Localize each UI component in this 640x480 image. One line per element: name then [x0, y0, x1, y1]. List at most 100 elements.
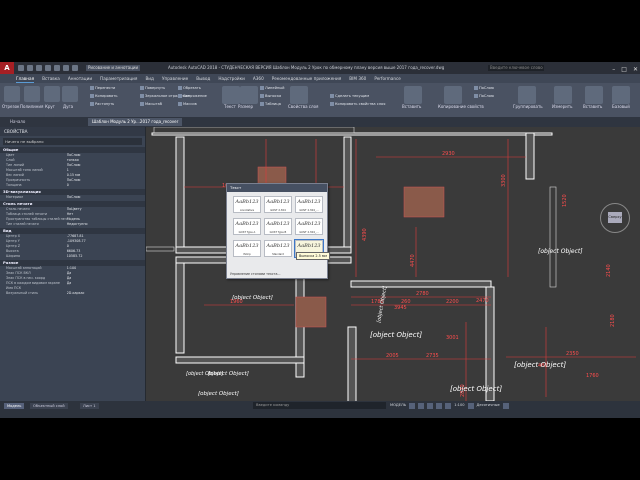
command-line[interactable]: Введите команду — [253, 402, 386, 409]
circle-icon[interactable] — [44, 86, 60, 102]
property-row[interactable]: Ширина 10585.72 — [0, 254, 145, 259]
scale-icon — [140, 102, 144, 106]
color-select[interactable]: ПоСлою — [474, 86, 494, 90]
layer-properties-icon[interactable] — [290, 86, 308, 104]
autocad-logo-button[interactable]: A — [0, 62, 14, 74]
tab-bim360[interactable]: BIM 360 — [349, 74, 366, 83]
drawing-tab[interactable]: Шаблон Модуль 2 Ур...2017 года_recover — [88, 118, 183, 126]
tab-manage[interactable]: Управление — [162, 74, 188, 83]
copy-button[interactable]: Копировать — [90, 94, 117, 98]
match-properties-label: Копирование свойств — [438, 104, 484, 109]
linear-dimension-button[interactable]: Линейный — [260, 86, 284, 90]
selection-dropdown[interactable]: Ничего не выбрано — [3, 138, 142, 145]
viewcube-top-face[interactable]: Сверху — [608, 212, 622, 223]
manage-text-styles-link[interactable]: Управление стилями текста... — [230, 272, 280, 276]
dim-text: 1520 — [562, 194, 568, 207]
new-icon[interactable] — [18, 65, 24, 71]
plot-icon[interactable] — [54, 65, 60, 71]
room-label: [object Object] — [538, 248, 583, 255]
move-button[interactable]: Перенести — [90, 86, 115, 90]
start-tab[interactable]: Начало — [6, 118, 29, 126]
rotate-button[interactable]: Повернуть — [140, 86, 165, 90]
make-current-icon — [330, 94, 334, 98]
workspace-icon[interactable] — [467, 403, 474, 409]
fillet-button[interactable]: Сопряжение — [178, 94, 207, 98]
units-label[interactable]: Десятичные — [477, 403, 500, 409]
dimension-icon[interactable] — [240, 86, 258, 104]
status-tools: МОДЕЛЬ 1:100 Десятичные — [390, 403, 509, 409]
measure-icon[interactable] — [554, 86, 572, 104]
match-layer-button[interactable]: Копировать свойства слоя — [330, 102, 385, 106]
polyline-icon[interactable] — [24, 86, 40, 102]
table-button[interactable]: Таблица — [260, 102, 281, 106]
property-row[interactable]: Визуальный стиль 2D-каркас — [0, 291, 145, 296]
trim-button[interactable]: Обрезать — [178, 86, 201, 90]
property-row[interactable]: Толщина 0 — [0, 183, 145, 188]
leader-button[interactable]: Выноска — [260, 94, 281, 98]
tab-home[interactable]: Главная — [16, 74, 35, 83]
base-view-icon[interactable] — [612, 86, 630, 104]
make-current-button[interactable]: Сделать текущим — [330, 94, 369, 98]
grid-icon[interactable] — [409, 403, 416, 409]
search-input[interactable]: Введите ключевое слово — [488, 65, 544, 71]
open-icon[interactable] — [27, 65, 33, 71]
stretch-button[interactable]: Растянуть — [90, 102, 114, 106]
group-icon[interactable] — [518, 86, 536, 104]
text-style-option[interactable]: АаВb123 GOST 2.304 — [264, 196, 292, 213]
quick-access-toolbar — [18, 65, 78, 71]
undo-icon[interactable] — [63, 65, 69, 71]
line-icon[interactable] — [4, 86, 20, 102]
property-value[interactable]: 2D-каркас — [67, 291, 145, 296]
text-style-option[interactable]: АаВb123 ISOcp — [233, 240, 261, 257]
redo-icon[interactable] — [72, 65, 78, 71]
tab-view[interactable]: Вид — [145, 74, 154, 83]
property-value[interactable]: Недоступно — [67, 222, 145, 227]
tab-featured-apps[interactable]: Рекомендованные приложения — [272, 74, 342, 83]
paste-icon[interactable] — [585, 86, 603, 104]
arc-icon[interactable] — [62, 86, 78, 102]
array-button[interactable]: Массив — [178, 102, 197, 106]
match-properties-icon[interactable] — [444, 86, 462, 104]
scale-button[interactable]: Масштаб — [140, 102, 162, 106]
tab-a360[interactable]: A360 — [253, 74, 264, 83]
lineweight-select[interactable]: ПоСлою — [474, 94, 494, 98]
snap-icon[interactable] — [418, 403, 425, 409]
text-style-option[interactable]: АаВb123 GOST Type A — [233, 218, 261, 235]
insert-block-icon[interactable] — [404, 86, 422, 104]
drawing-canvas[interactable]: 2780 4390 3390 3640 2930 3300 260 1780 2… — [146, 127, 640, 401]
model-tab[interactable]: Модель — [4, 403, 25, 409]
property-value[interactable]: 10585.72 — [67, 254, 145, 259]
text-style-option[interactable]: АаВb123 GOST 2.304_... — [295, 218, 323, 235]
tab-addins[interactable]: Надстройки — [218, 74, 245, 83]
viewcube[interactable]: Сверху — [600, 203, 630, 233]
annotation-scale[interactable]: 1:100 — [454, 403, 464, 409]
text-style-name: Standard — [272, 253, 284, 256]
model-space-label[interactable]: МОДЕЛЬ — [390, 403, 406, 409]
text-icon[interactable] — [222, 86, 240, 104]
property-value[interactable]: ПоСлою — [67, 195, 145, 200]
property-value[interactable]: 0 — [67, 183, 145, 188]
tab-insert[interactable]: Вставка — [42, 74, 60, 83]
tab-performance[interactable]: Performance — [374, 74, 401, 83]
rotate-label: Повернуть — [145, 86, 166, 90]
save-icon[interactable] — [36, 65, 42, 71]
text-style-option[interactable]: АаВb123 GOST 2.304_... — [295, 196, 323, 213]
save-as-icon[interactable] — [45, 65, 51, 71]
property-row[interactable]: Тип стилей печати Недоступно — [0, 222, 145, 227]
ortho-icon[interactable] — [427, 403, 434, 409]
tab-output[interactable]: Вывод — [196, 74, 210, 83]
floor-plan: 2780 4390 3390 3640 2930 3300 260 1780 2… — [146, 127, 636, 401]
workspace-select[interactable]: Рисование и аннотации — [86, 65, 140, 71]
dim-text: 2780 — [416, 291, 429, 297]
tab-parametric[interactable]: Параметризация — [100, 74, 137, 83]
text-style-option[interactable]: АаВb123 Annotative — [233, 196, 261, 213]
layout-tab-1[interactable]: Объектный слой — [30, 403, 68, 409]
osnap-icon[interactable] — [445, 403, 452, 409]
tab-annotate[interactable]: Аннотации — [68, 74, 92, 83]
layout-tab-2[interactable]: Лист 1 — [80, 403, 99, 409]
polar-icon[interactable] — [436, 403, 443, 409]
text-style-option[interactable]: АаВb123 GOST Type B — [264, 218, 292, 235]
customize-icon[interactable] — [502, 403, 509, 409]
text-style-option[interactable]: АаВb123 Standard — [264, 240, 292, 257]
property-row[interactable]: Материал ПоСлою — [0, 195, 145, 200]
